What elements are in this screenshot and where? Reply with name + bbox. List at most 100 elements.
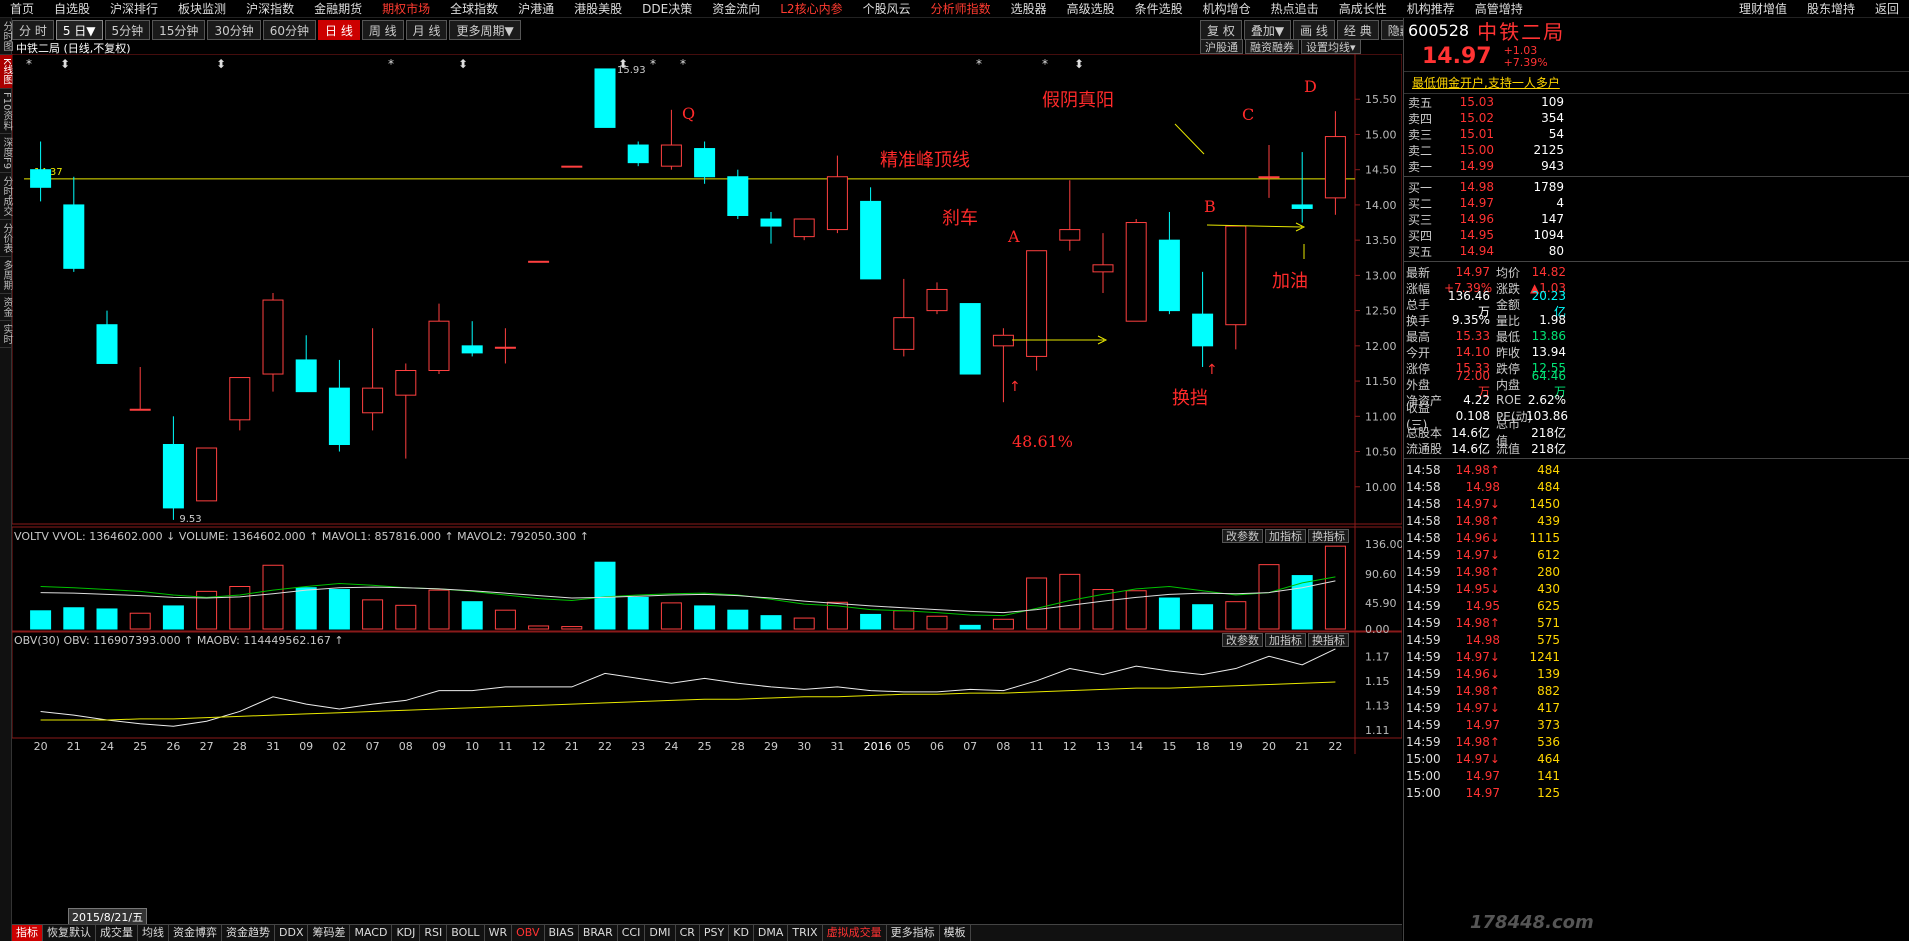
menu-item[interactable]: 沪深指数 <box>236 0 304 17</box>
menu-item[interactable]: 返回 <box>1865 0 1909 17</box>
menu-item[interactable]: 沪深排行 <box>100 0 168 17</box>
indicator-button[interactable]: 换指标 <box>1308 633 1349 647</box>
indicator-tab[interactable]: DMI <box>645 925 676 941</box>
indicator-tab[interactable]: 恢复默认 <box>43 925 96 941</box>
indicator-tab[interactable]: RSI <box>420 925 448 941</box>
indicator-button[interactable]: 改参数 <box>1222 633 1263 647</box>
menu-item[interactable]: 热点追击 <box>1261 0 1329 17</box>
menu-item[interactable]: 股东增持 <box>1797 0 1865 17</box>
indicator-tab[interactable]: KDJ <box>392 925 421 941</box>
period-button[interactable]: 30分钟 <box>207 20 261 40</box>
candle-body <box>860 200 882 280</box>
x-tick-label: 11 <box>498 740 512 753</box>
candle-body <box>362 387 384 414</box>
x-tick-label: 25 <box>133 740 147 753</box>
period-button[interactable]: 15分钟 <box>152 20 206 40</box>
volume-bar <box>63 607 85 630</box>
menu-item[interactable]: 板块监测 <box>168 0 236 17</box>
period-button[interactable]: 60分钟 <box>262 20 316 40</box>
menu-item[interactable]: 资金流向 <box>702 0 770 17</box>
view-mode-tab[interactable]: 实时 <box>0 321 12 349</box>
indicator-tab[interactable]: CR <box>676 925 700 941</box>
indicator-button[interactable]: 加指标 <box>1265 529 1306 543</box>
indicator-button[interactable]: 改参数 <box>1222 529 1263 543</box>
indicator-tab[interactable]: KD <box>729 925 754 941</box>
period-button[interactable]: 周 线 <box>361 20 404 40</box>
menu-item[interactable]: 期权市场 <box>372 0 440 17</box>
view-mode-tab[interactable]: 深度F9 <box>0 134 12 174</box>
indicator-tab[interactable]: 成交量 <box>96 925 138 941</box>
indicator-tab[interactable]: 均线 <box>138 925 169 941</box>
view-mode-tab[interactable]: 分时成交 <box>0 173 12 221</box>
view-mode-tab[interactable]: 分时图 <box>0 18 12 55</box>
period-button[interactable]: 5 日▼ <box>55 20 103 40</box>
indicator-tab[interactable]: TRIX <box>788 925 823 941</box>
chart-tool-button[interactable]: 经 典 <box>1336 20 1379 40</box>
menu-item[interactable]: 机构推荐 <box>1397 0 1465 17</box>
menu-item[interactable]: 个股风云 <box>853 0 921 17</box>
indicator-tab[interactable]: DMA <box>754 925 789 941</box>
menu-item[interactable]: 全球指数 <box>440 0 508 17</box>
menu-item[interactable]: 港股美股 <box>564 0 632 17</box>
menu-item[interactable]: 条件选股 <box>1125 0 1193 17</box>
indicator-tab[interactable]: 更多指标 <box>887 925 940 941</box>
chart-header-button[interactable]: 设置均线▾ <box>1301 39 1361 54</box>
tick-row: 14:59 14.95 625 <box>1404 597 1909 614</box>
indicator-tab[interactable]: OBV <box>512 925 545 941</box>
menu-item[interactable]: 机构增仓 <box>1193 0 1261 17</box>
period-button[interactable]: 月 线 <box>405 20 448 40</box>
menu-item[interactable]: 金融期货 <box>304 0 372 17</box>
indicator-tab[interactable]: BIAS <box>545 925 579 941</box>
view-mode-tab[interactable]: 多周期 <box>0 257 12 295</box>
indicator-tab[interactable]: MACD <box>350 925 393 941</box>
chart-tool-button[interactable]: 叠加▼ <box>1243 20 1292 40</box>
indicator-tab[interactable]: CCI <box>618 925 646 941</box>
broker-ad-link[interactable]: 最低佣金开户,支持一人多户 <box>1404 72 1909 94</box>
view-mode-tab[interactable]: K线图 <box>0 55 12 89</box>
stats-row: 总股本 14.6亿 总市值 218亿 <box>1404 417 1909 448</box>
candle-body <box>229 377 251 421</box>
period-button[interactable]: 日 线 <box>318 20 360 40</box>
indicator-tab[interactable]: 虚拟成交量 <box>823 925 887 941</box>
menu-item[interactable]: 选股器 <box>1001 0 1057 17</box>
view-mode-tab[interactable]: 资金 <box>0 294 12 322</box>
order-book-label: 卖一 <box>1408 159 1433 174</box>
indicator-tab[interactable]: 资金博弈 <box>169 925 222 941</box>
indicator-tab[interactable]: BOLL <box>447 925 485 941</box>
chart-header-button[interactable]: 融资融券 <box>1245 39 1299 54</box>
view-mode-tab[interactable]: 分价表 <box>0 220 12 258</box>
chart-tool-button[interactable]: 画 线 <box>1293 20 1335 40</box>
chart-annotation: 换挡 <box>1172 388 1208 409</box>
period-button[interactable]: 更多周期▼ <box>449 20 521 40</box>
chart-tool-button[interactable]: 复 权 <box>1200 20 1242 40</box>
menu-item[interactable]: 分析师指数 <box>921 0 1001 17</box>
menu-item[interactable]: 首页 <box>0 0 44 17</box>
indicator-tab[interactable]: PSY <box>700 925 730 941</box>
order-book-row: 卖四 15.02 354 <box>1404 110 1909 126</box>
indicator-button[interactable]: 换指标 <box>1308 529 1349 543</box>
menu-item[interactable]: DDE决策 <box>632 0 702 17</box>
chart-header-button[interactable]: 沪股通 <box>1200 39 1243 54</box>
menu-item[interactable]: 高级选股 <box>1057 0 1125 17</box>
stat-label: 总股本 <box>1406 425 1443 440</box>
indicator-tab[interactable]: DDX <box>275 925 309 941</box>
indicator-tab[interactable]: 筹码差 <box>308 925 351 941</box>
tick-row: 15:00 14.97 125 <box>1404 784 1909 801</box>
indicator-tab[interactable]: BRAR <box>579 925 618 941</box>
menu-item[interactable]: 高管增持 <box>1465 0 1533 17</box>
period-button[interactable]: 5分钟 <box>104 20 151 40</box>
period-button[interactable]: 分 时 <box>12 20 54 40</box>
view-mode-tab[interactable]: F10资料 <box>0 89 12 135</box>
indicator-tab[interactable]: 模板 <box>940 925 971 941</box>
menu-item[interactable]: 沪港通 <box>508 0 564 17</box>
indicator-tab[interactable]: 指标 <box>12 925 43 941</box>
menu-item[interactable]: 理财增值 <box>1729 0 1797 17</box>
menu-item[interactable]: L2核心内参 <box>770 0 852 17</box>
menu-item[interactable]: 高成长性 <box>1329 0 1397 17</box>
indicator-button[interactable]: 加指标 <box>1265 633 1306 647</box>
kline-chart[interactable]: 15.50 15.00 14.50 14.00 13.50 13.00 12.50 12.00… <box>12 54 1402 924</box>
menu-item[interactable]: 自选股 <box>44 0 100 17</box>
indicator-tab[interactable]: WR <box>485 925 513 941</box>
stat-label: 最低 <box>1496 329 1521 344</box>
indicator-tab[interactable]: 资金趋势 <box>222 925 275 941</box>
